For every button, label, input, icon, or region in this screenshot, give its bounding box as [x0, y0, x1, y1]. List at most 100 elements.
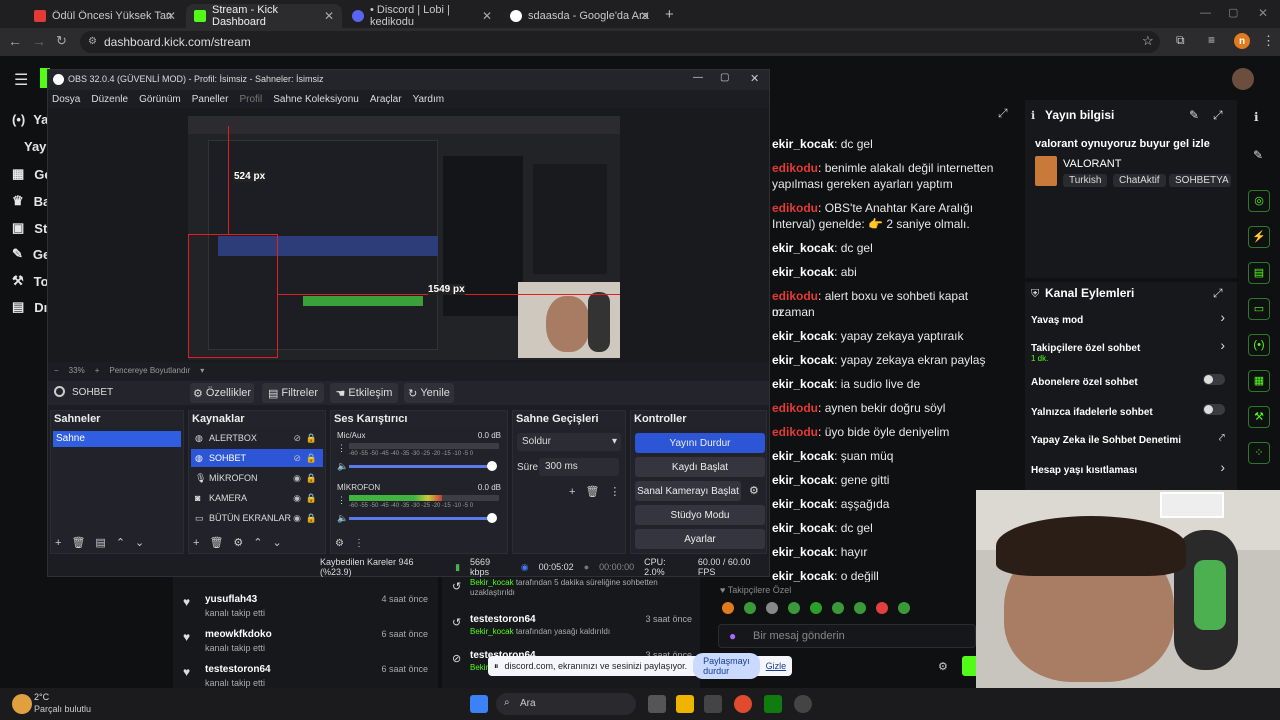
- mixer-settings-icon[interactable]: ⚙: [335, 538, 344, 549]
- user-avatar[interactable]: [1232, 68, 1254, 90]
- source-item[interactable]: ▭ BÜTÜN EKRANLAR ◉ 🔒: [191, 509, 323, 527]
- transition-select[interactable]: Soldur ▾: [517, 433, 621, 451]
- muted-speaker-icon[interactable]: 🔈: [337, 461, 348, 472]
- lock-icon[interactable]: 🔒: [306, 469, 317, 487]
- start-recording-button[interactable]: Kaydı Başlat: [635, 457, 765, 477]
- chat-username[interactable]: ekir_kocak: [772, 353, 834, 367]
- trash-icon[interactable]: 🗑: [585, 485, 599, 498]
- close-tab-icon[interactable]: ✕: [482, 9, 492, 23]
- close-window-icon[interactable]: ✕: [1258, 6, 1268, 20]
- chat-username[interactable]: ekir_kocak: [772, 545, 834, 559]
- stop-streaming-button[interactable]: Yayını Durdur: [635, 433, 765, 453]
- chevron-right-icon[interactable]: ›: [1220, 309, 1225, 325]
- refresh-button[interactable]: ↻ Yenile: [404, 383, 454, 403]
- settings-button[interactable]: Ayarlar: [635, 529, 765, 549]
- chat-username[interactable]: edikodu: [772, 289, 818, 303]
- chevron-right-icon[interactable]: ›: [1220, 459, 1225, 475]
- properties-button[interactable]: ⚙ Özellikler: [190, 383, 254, 403]
- broadcast-icon[interactable]: (•): [1248, 334, 1270, 356]
- back-icon[interactable]: ←: [8, 33, 22, 49]
- external-link-icon[interactable]: ⤤: [1219, 432, 1225, 445]
- obs-menu-item[interactable]: Görünüm: [139, 94, 181, 105]
- chat-username[interactable]: ekir_kocak: [772, 497, 834, 511]
- source-item[interactable]: ◍ ALERTBOX ⊘ 🔒: [191, 429, 323, 447]
- channel-action-item[interactable]: Takipçilere özel sohbet 1 dk. ›: [1031, 337, 1231, 363]
- address-bar[interactable]: ⚙ dashboard.kick.com/stream: [80, 31, 1160, 53]
- close-tab-icon[interactable]: ✕: [166, 9, 176, 23]
- close-tab-icon[interactable]: ✕: [640, 9, 650, 23]
- emote-icon[interactable]: [854, 602, 866, 614]
- emote-icon[interactable]: [898, 602, 910, 614]
- edit-icon[interactable]: ✎: [1189, 108, 1199, 122]
- chat-username[interactable]: ekir_kocak: [772, 265, 834, 279]
- toggle-container[interactable]: [1203, 404, 1225, 418]
- more-icon[interactable]: ⋮: [354, 538, 364, 549]
- volume-slider-handle[interactable]: [487, 513, 497, 523]
- lightning-icon[interactable]: ⚡: [1248, 226, 1270, 248]
- mic-icon[interactable]: ●: [729, 629, 736, 643]
- lock-icon[interactable]: 🔒: [306, 429, 317, 447]
- sidebar-item[interactable]: ▦ Ge: [12, 166, 52, 182]
- info-icon[interactable]: ℹ: [1254, 110, 1259, 124]
- lock-icon[interactable]: 🔒: [306, 449, 317, 467]
- hide-link[interactable]: Gizle: [766, 661, 787, 671]
- more-icon[interactable]: ⋮: [609, 485, 620, 498]
- site-info-icon[interactable]: ⚙: [88, 31, 97, 53]
- sidebar-item[interactable]: ♛ Ba: [12, 193, 50, 209]
- windows-start-icon[interactable]: [470, 695, 488, 713]
- chat-username[interactable]: ekir_kocak: [772, 241, 834, 255]
- emote-icon[interactable]: [810, 602, 822, 614]
- source-item[interactable]: ◙ KAMERA ◉ 🔒: [191, 489, 323, 507]
- toggle-container[interactable]: [1203, 374, 1225, 388]
- emote-icon[interactable]: [722, 602, 734, 614]
- chat-username[interactable]: edikodu: [772, 425, 818, 439]
- hidden-icon[interactable]: ⊘: [293, 429, 301, 447]
- chat-settings-icon[interactable]: ⚙: [938, 660, 948, 673]
- reload-icon[interactable]: ↻: [56, 33, 67, 49]
- obs-menu-item[interactable]: Sahne Koleksiyonu: [273, 94, 359, 105]
- up-icon[interactable]: ⌃: [116, 536, 125, 549]
- speaker-icon[interactable]: 🔈: [337, 513, 348, 524]
- trash-icon[interactable]: 🗑: [71, 536, 85, 549]
- minimize-icon[interactable]: —: [1200, 7, 1211, 19]
- lock-icon[interactable]: 🔒: [306, 509, 317, 527]
- fit-to-window[interactable]: Pencereye Boyutlandır: [109, 366, 190, 375]
- toggle-switch[interactable]: [1203, 374, 1225, 385]
- chat-username[interactable]: ekir_kocak: [772, 473, 834, 487]
- obs-menu-item[interactable]: Paneller: [192, 94, 229, 105]
- eye-icon[interactable]: ◉: [293, 489, 301, 507]
- new-tab-icon[interactable]: +: [665, 6, 674, 23]
- store-icon[interactable]: [704, 695, 722, 713]
- obs-menu-item[interactable]: Profil: [239, 94, 262, 105]
- sidebar-item[interactable]: ▤ Dı: [12, 299, 47, 315]
- volume-slider[interactable]: [349, 465, 495, 468]
- file-explorer-icon[interactable]: [676, 695, 694, 713]
- browser-tab-kick[interactable]: Stream - Kick Dashboard ✕: [186, 4, 342, 28]
- close-icon[interactable]: ✕: [750, 72, 759, 85]
- channel-action-item[interactable]: Abonelere özel sohbet: [1031, 374, 1231, 388]
- media-icon[interactable]: ≡: [1208, 33, 1215, 47]
- studio-mode-button[interactable]: Stüdyo Modu: [635, 505, 765, 525]
- maximize-icon[interactable]: ▢: [1228, 6, 1238, 19]
- task-view-icon[interactable]: [648, 695, 666, 713]
- grid-icon[interactable]: ⁘: [1248, 442, 1270, 464]
- clipboard-icon[interactable]: ▤: [1248, 262, 1270, 284]
- emote-icon[interactable]: [788, 602, 800, 614]
- start-virtual-camera-button[interactable]: Sanal Kamerayı Başlat: [635, 481, 741, 501]
- channel-action-item[interactable]: Yalnızca ifadelerle sohbet: [1031, 404, 1231, 418]
- obs-taskbar-icon[interactable]: [794, 695, 812, 713]
- chat-username[interactable]: ekir_kocak: [772, 137, 834, 151]
- channel-action-item[interactable]: Yapay Zeka ile Sohbet Denetimi ⤤: [1031, 432, 1231, 446]
- expand-icon[interactable]: ⤢: [1213, 286, 1223, 301]
- sidebar-item[interactable]: ✎ Ge: [12, 246, 50, 262]
- chat-username[interactable]: edikodu: [772, 401, 818, 415]
- activity-user[interactable]: testestoron64: [205, 664, 271, 675]
- moderator-name[interactable]: Bekir_kocak: [470, 578, 514, 587]
- forward-icon[interactable]: →: [32, 33, 46, 49]
- eye-icon[interactable]: ◉: [293, 509, 301, 527]
- chrome-icon[interactable]: [734, 695, 752, 713]
- lock-icon[interactable]: 🔒: [306, 489, 317, 507]
- stop-sharing-button[interactable]: Paylaşmayı durdur: [693, 653, 760, 679]
- add-icon[interactable]: +: [569, 486, 575, 498]
- channel-action-item[interactable]: Hesap yaşı kısıtlaması ›: [1031, 459, 1231, 476]
